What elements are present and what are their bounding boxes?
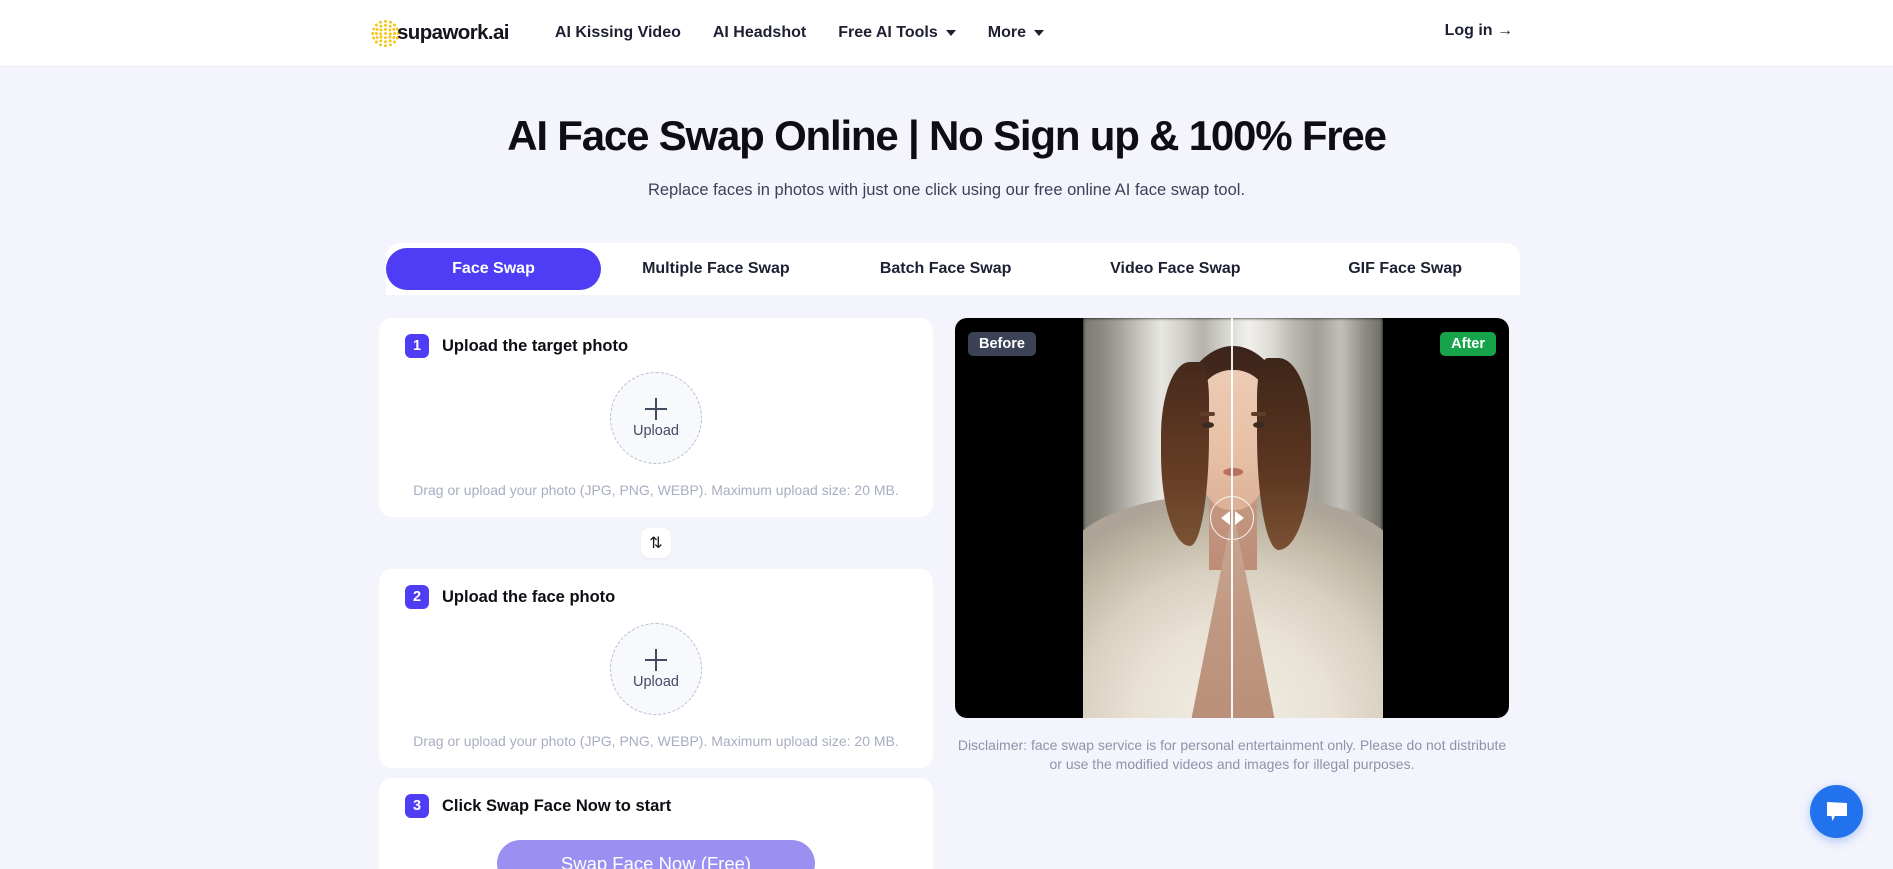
target-upload-hint: Drag or upload your photo (JPG, PNG, WEB… (413, 482, 899, 498)
nav-label: More (987, 24, 1027, 41)
tab-batch-face-swap[interactable]: Batch Face Swap (831, 248, 1061, 290)
tab-label: Batch Face Swap (879, 260, 1012, 277)
main-nav: AI Kissing Video AI Headshot Free AI Too… (539, 24, 1060, 42)
target-upload-button[interactable]: Upload (610, 372, 702, 464)
swap-inputs-row: ⇅ (379, 517, 933, 569)
photo-brow-right (1251, 412, 1266, 417)
nav-item-more[interactable]: More (972, 24, 1060, 42)
step-3-card: 3 Click Swap Face Now to start Swap Face… (379, 778, 933, 869)
before-after-preview[interactable]: Before After (955, 318, 1509, 718)
step-2-header: 2 Upload the face photo (379, 569, 933, 609)
step-1-header: 1 Upload the target photo (379, 318, 933, 358)
plus-icon (645, 397, 667, 420)
nav-item-ai-headshot[interactable]: AI Headshot (697, 24, 822, 42)
step-2-card: 2 Upload the face photo Upload Drag or u… (379, 569, 933, 768)
workflow-column: 1 Upload the target photo Upload Drag or… (379, 318, 933, 869)
page-root: supawork.ai AI Kissing Video AI Headshot… (0, 0, 1893, 869)
preview-disclaimer: Disclaimer: face swap service is for per… (957, 737, 1507, 773)
nav-label: Free AI Tools (838, 24, 938, 41)
chat-bubble-icon (1826, 801, 1847, 821)
tab-label: Face Swap (452, 260, 535, 277)
step-3-number: 3 (405, 794, 429, 818)
step-3-header: 3 Click Swap Face Now to start (379, 778, 933, 818)
page-title: AI Face Swap Online | No Sign up & 100% … (507, 112, 1387, 159)
step-3-label: Click Swap Face Now to start (442, 796, 672, 815)
arrow-right-icon (1234, 511, 1244, 525)
photo-lips (1223, 468, 1243, 476)
nav-item-free-ai-tools[interactable]: Free AI Tools (822, 24, 972, 42)
step-2-label: Upload the face photo (442, 587, 616, 606)
target-photo-dropzone[interactable]: Upload (379, 358, 933, 464)
tab-gif-face-swap[interactable]: GIF Face Swap (1290, 248, 1520, 290)
face-upload-button[interactable]: Upload (610, 623, 702, 715)
step-2-number: 2 (405, 585, 429, 609)
logo-text: supawork.ai (397, 21, 510, 44)
upload-label: Upload (633, 673, 679, 690)
swap-face-now-button[interactable]: Swap Face Now (Free) (497, 840, 815, 869)
logo[interactable]: supawork.ai (371, 19, 510, 48)
chevron-down-icon (945, 30, 956, 36)
supawork-dots-icon (371, 19, 400, 47)
upload-label: Upload (633, 422, 679, 439)
cta-wrap: Swap Face Now (Free) (379, 818, 933, 869)
face-photo-dropzone[interactable]: Upload (379, 609, 933, 715)
tab-video-face-swap[interactable]: Video Face Swap (1061, 248, 1291, 290)
before-badge: Before (968, 332, 1036, 356)
step-1-card: 1 Upload the target photo Upload Drag or… (379, 318, 933, 517)
tab-label: Video Face Swap (1110, 260, 1241, 277)
tab-label: GIF Face Swap (1348, 260, 1463, 277)
step-1-number: 1 (405, 334, 429, 358)
swap-arrows-icon: ⇅ (649, 535, 663, 552)
chat-support-button[interactable] (1810, 785, 1863, 838)
swap-inputs-button[interactable]: ⇅ (641, 528, 671, 558)
chevron-down-icon (1034, 30, 1045, 36)
login-link[interactable]: Log in → (1445, 22, 1513, 40)
site-header: supawork.ai AI Kissing Video AI Headshot… (0, 0, 1893, 67)
preview-column: Before After Disclaimer: face swap servi… (955, 318, 1509, 774)
page-subtitle: Replace faces in photos with just one cl… (647, 181, 1246, 199)
comparison-slider-handle[interactable] (1210, 496, 1254, 540)
arrow-left-icon (1220, 511, 1230, 525)
face-upload-hint: Drag or upload your photo (JPG, PNG, WEB… (413, 733, 899, 749)
nav-label: AI Kissing Video (554, 24, 681, 41)
tab-multiple-face-swap[interactable]: Multiple Face Swap (601, 248, 831, 290)
tab-label: Multiple Face Swap (642, 260, 790, 277)
after-badge: After (1440, 332, 1496, 356)
nav-item-ai-kissing-video[interactable]: AI Kissing Video (539, 24, 697, 42)
plus-icon (645, 648, 667, 671)
nav-label: AI Headshot (712, 24, 807, 41)
step-1-label: Upload the target photo (442, 336, 629, 355)
tab-face-swap[interactable]: Face Swap (386, 248, 601, 290)
tab-bar: Face Swap Multiple Face Swap Batch Face … (386, 243, 1520, 295)
photo-brow-left (1200, 412, 1215, 417)
